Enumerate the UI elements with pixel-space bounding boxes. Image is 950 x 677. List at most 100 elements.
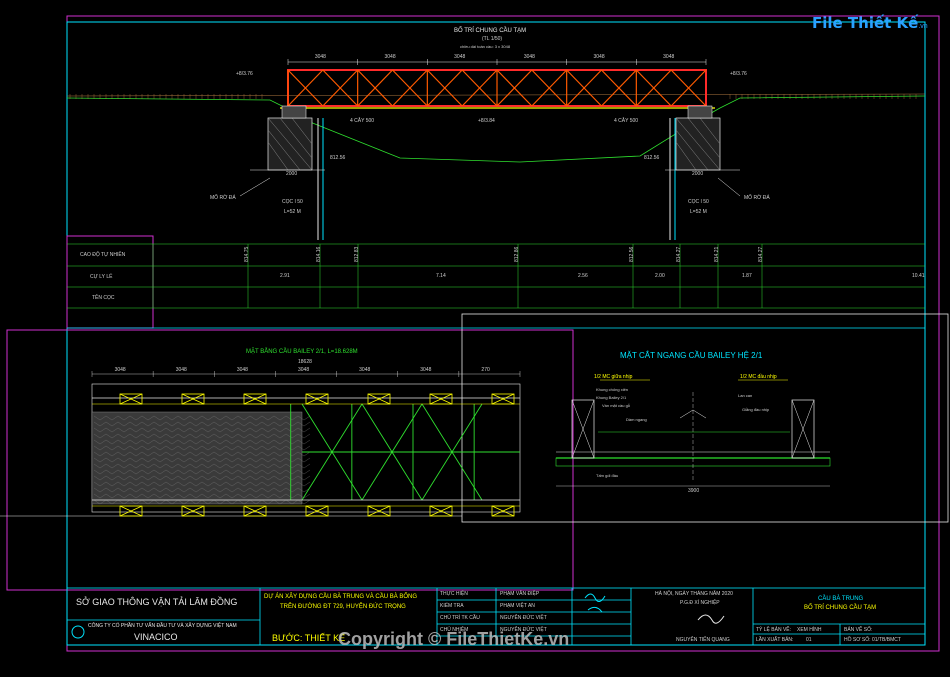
filethietke-logo: File Thiết Kế.vn [812,14,928,33]
span-dim-label: 3048 [593,54,605,60]
plan-title: MẶT BẰNG CẦU BAILEY 2/1, L=18.628M [246,349,358,355]
role-name: PHẠM VIỆT AN [500,603,535,609]
level-right-top: +8/3.76 [730,71,747,77]
elevation-value: 814.75 [244,246,250,262]
span-dim-label: 3048 [314,54,326,60]
level-left-mid: 4 CÂY 500 [350,118,375,124]
project-line1: DỰ ÁN XÂY DỰNG CẦU BÀ TRUNG VÀ CẦU BÀ BỐ… [264,594,418,600]
bailey-truss [280,69,715,109]
drawing-title-2: BỐ TRÍ CHUNG CẦU TẠM [804,605,877,611]
section-callout: Ván mặt cầu gỗ [602,403,631,408]
scale-value: XEM HÌNH [797,627,822,633]
cad-svg[interactable] [0,0,950,672]
version-value: 01 [806,637,812,643]
table-row-pile-label: TÊN CỌC [92,295,115,301]
director-signature [697,614,725,624]
distance-value: 10.41 [912,273,925,279]
department-name: SỞ GIAO THÔNG VẬN TẢI LÂM ĐỒNG [76,597,238,607]
left-pile-dim: 2000 [286,171,298,177]
distance-value: 7.14 [436,273,446,279]
span-dim-label: 3048 [523,54,535,60]
plan-span-label: 3048 [114,367,126,373]
level-right-low: 812.56 [644,155,660,161]
elevation-value: 812.86 [514,246,520,262]
span-dim-label: 3048 [384,54,396,60]
elevation-value: 814.21 [714,246,720,262]
plan-span-label: 3048 [298,367,310,373]
distance-value: 1.87 [742,273,752,279]
table-row-elevation-label: CAO ĐỘ TỰ NHIÊN [80,252,126,258]
drawing-title-1: CẦU BÀ TRUNG [818,596,864,602]
section-right-label: 1/2 MC đầu nhịp [740,374,777,380]
section-callout: Lan can [738,393,753,398]
elevation-value: 814.27 [676,246,682,262]
elevation-value: 814.16 [316,246,322,262]
director-name: NGUYỄN TIẾN QUANG [676,637,730,643]
role-title: KIỂM TRA [440,603,464,609]
role-title: CHỦ TRÌ TK CẦU [440,615,480,621]
distance-value: 2.91 [280,273,290,279]
elevation-value: 812.56 [629,246,635,262]
scale-label: TỶ LỆ BẢN VẼ: [756,627,792,633]
left-pile-coc: CỌC I 50 [282,199,303,205]
date-line: HÀ NỘI, NGÀY THÁNG NĂM 2020 [655,591,733,597]
span-dim-label: 3048 [663,54,675,60]
level-center-mid: +8/3.84 [478,118,495,124]
elevation-scale: (TL 1/50) [482,36,503,42]
role-title: THỰC HIỆN [440,591,468,597]
left-pile-length: L=52 M [284,209,301,215]
role-name: PHẠM VĂN ĐIỆP [500,591,540,597]
director-title: P.G.Đ XÍ NGHIỆP [680,600,720,606]
section-callout: Dầm ngang [626,417,647,422]
plan-span-label: 3048 [236,367,248,373]
section-width: 3900 [688,488,700,494]
right-pile-dim: 2000 [692,171,704,177]
elevation-title: BỐ TRÍ CHUNG CẦU TẠM [454,28,527,34]
plan-span-label: 3048 [359,367,371,373]
cad-drawing-canvas[interactable]: File Thiết Kế.vn BỐ TRÍ CHUNG CẦU TẠM (T… [0,0,950,672]
profile-table-grid [67,243,925,309]
table-label-frame [66,235,154,329]
elevation-value: 812.83 [354,246,360,262]
plan-span-label: 270 [481,367,490,373]
company-name: CÔNG TY CỔ PHẦN TƯ VẤN ĐẦU TƯ VÀ XÂY DỰN… [88,623,237,629]
sheet-label: BẢN VẼ SỐ: [844,627,873,633]
right-pile-label: MỐ RỜ ĐÁ [744,195,770,201]
section-callout: Giằng đầu nhịp [742,407,770,412]
elevation-note: chiều dài toàn cầu: 3 x 3048 [460,44,511,49]
company-short: VINACICO [134,632,178,642]
outer-frame-magenta [66,15,940,652]
level-right-mid: 4 CÂY 500 [614,118,639,124]
version-label: LẦN XUẤT BẢN: [756,637,794,643]
section-title: MẶT CẮT NGANG CẦU BAILEY HỆ 2/1 [620,351,763,360]
logo-text: File Thiết Kế [812,14,919,32]
level-left-top: +8/3.76 [236,71,253,77]
plan-total: 18628 [298,359,312,365]
plan-bailey [91,383,521,517]
section-callout: Khung chống xiên [596,387,629,392]
level-left-low: 812.56 [330,155,346,161]
section-callout: Tấm gối đầu [596,473,619,478]
signature-mark [584,593,606,613]
right-pile-coc: CỌC I 50 [688,199,709,205]
table-row-distance-label: CỰ LY LẺ [90,274,113,280]
right-pile-length: L=52 M [690,209,707,215]
vinacico-logo-icon [71,625,85,639]
section-view-frame [461,313,949,523]
left-pile-label: MỐ RỜ ĐÁ [210,195,236,201]
outer-frame-cyan [66,21,926,646]
file-value: 01/TB/BMCT [872,637,901,643]
plan-span-label: 3048 [420,367,432,373]
elevation-value: 814.27 [758,246,764,262]
logo-domain: .vn [918,23,928,30]
section-callout: Khung Bailey 2/1 [596,395,627,400]
role-name: NGUYỄN ĐỨC VIỆT [500,615,547,621]
span-dim-label: 3048 [454,54,466,60]
plan-span-label: 3048 [175,367,187,373]
file-label: HỒ SƠ SỐ: [844,637,871,643]
section-left-label: 1/2 MC giữa nhịp [594,374,633,380]
project-stage: BƯỚC: THIẾT KẾ [272,633,346,643]
copyright-watermark: Copyright © FileThietKe.vn [338,629,570,649]
project-line2: TRÊN ĐƯỜNG ĐT 729, HUYỆN ĐỨC TRỌNG [280,604,406,610]
distance-value: 2.56 [578,273,588,279]
